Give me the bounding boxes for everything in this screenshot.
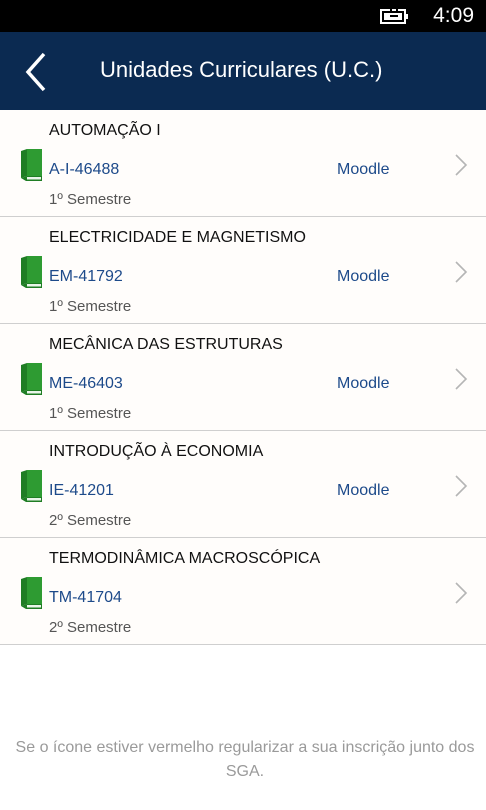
uc-name: INTRODUÇÃO À ECONOMIA [49,443,264,460]
chevron-right-icon [455,368,468,390]
battery-charging-icon [380,7,408,24]
list-item[interactable]: TERMODINÂMICA MACROSCÓPICA TM-41704 2º S… [0,538,486,645]
book-icon [21,149,42,181]
uc-name: ELECTRICIDADE E MAGNETISMO [49,229,306,246]
list-item[interactable]: MECÂNICA DAS ESTRUTURAS ME-46403 Moodle … [0,324,486,431]
moodle-link[interactable]: Moodle [337,267,389,287]
uc-semester: 2º Semestre [49,512,132,529]
uc-code: IE-41201 [49,482,114,499]
list-item[interactable]: ELECTRICIDADE E MAGNETISMO EM-41792 Mood… [0,217,486,324]
app-header: Unidades Curriculares (U.C.) [0,32,486,110]
book-icon [21,256,42,288]
uc-code: A-I-46488 [49,161,120,178]
back-button[interactable] [14,44,62,100]
book-icon [21,470,42,502]
book-icon [21,363,42,395]
moodle-link[interactable]: Moodle [337,160,389,180]
uc-name: MECÂNICA DAS ESTRUTURAS [49,336,283,353]
list-item[interactable]: INTRODUÇÃO À ECONOMIA IE-41201 Moodle 2º… [0,431,486,538]
moodle-link[interactable]: Moodle [337,374,389,394]
chevron-left-icon [25,52,46,92]
uc-code: TM-41704 [49,589,122,606]
page-title: Unidades Curriculares (U.C.) [100,57,383,82]
uc-semester: 2º Semestre [49,619,132,636]
uc-list: AUTOMAÇÃO I A-I-46488 Moodle 1º Semestre… [0,110,486,645]
uc-semester: 1º Semestre [49,191,132,208]
uc-code: ME-46403 [49,375,123,392]
status-bar: 4:09 [0,0,486,32]
chevron-right-icon [455,261,468,283]
uc-semester: 1º Semestre [49,298,132,315]
footer-note: Se o ícone estiver vermelho regularizar … [15,739,475,780]
chevron-right-icon [455,582,468,604]
uc-semester: 1º Semestre [49,405,132,422]
uc-code: EM-41792 [49,268,123,285]
list-item[interactable]: AUTOMAÇÃO I A-I-46488 Moodle 1º Semestre [0,110,486,217]
book-icon [21,577,42,609]
uc-name: TERMODINÂMICA MACROSCÓPICA [49,550,321,567]
chevron-right-icon [455,154,468,176]
moodle-link[interactable]: Moodle [337,481,389,501]
status-time: 4:09 [433,4,474,27]
uc-name: AUTOMAÇÃO I [49,122,161,139]
chevron-right-icon [455,475,468,497]
